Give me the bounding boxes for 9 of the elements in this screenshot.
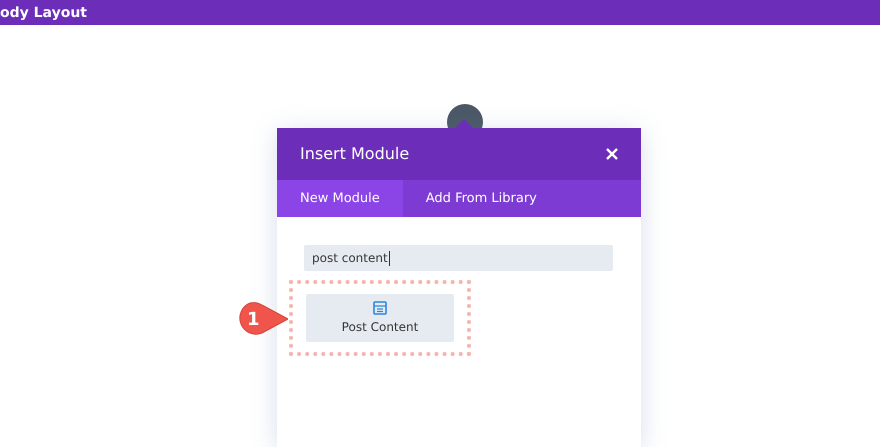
search-field[interactable]: post content (304, 245, 613, 271)
module-button[interactable]: Post Content (306, 294, 454, 342)
close-icon[interactable] (606, 148, 618, 160)
module-icon (373, 300, 387, 314)
page-title: ody Layout (0, 6, 87, 20)
callout-number: 1 (247, 308, 260, 332)
search-text: post content (312, 250, 390, 266)
modal-title: Insert Module (300, 143, 410, 165)
tab[interactable]: New Module (277, 180, 403, 217)
